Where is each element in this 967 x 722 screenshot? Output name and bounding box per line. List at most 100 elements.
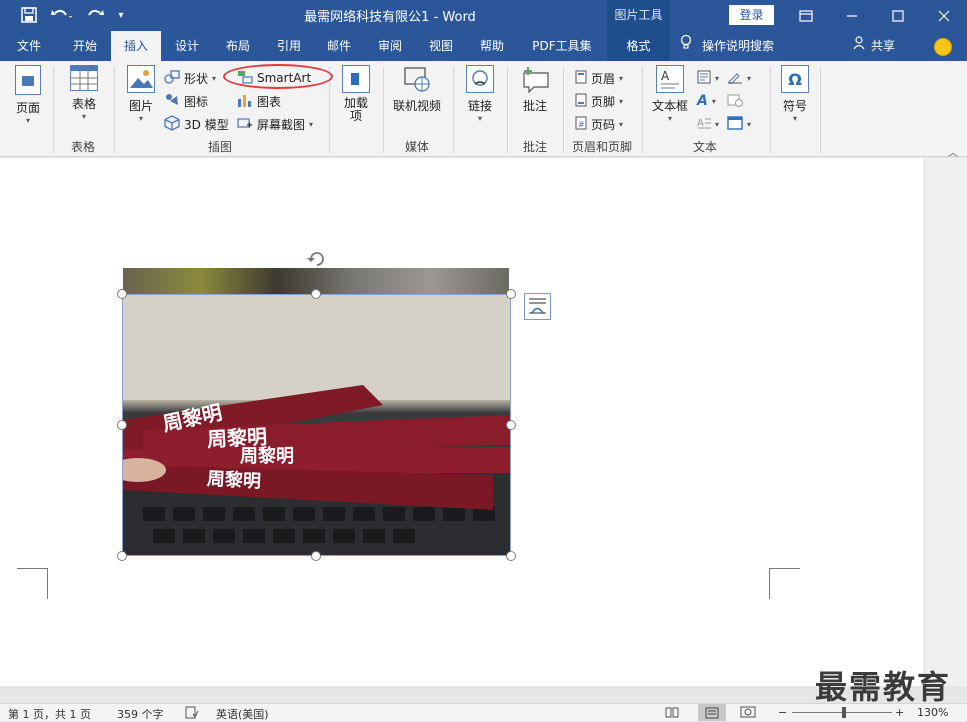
tell-me-label: 操作说明搜索 — [702, 39, 775, 53]
language-status[interactable]: 英语(美国) — [216, 706, 269, 722]
vertical-scrollbar[interactable] — [924, 158, 967, 686]
web-layout-icon[interactable] — [740, 706, 756, 721]
read-mode-icon[interactable] — [665, 706, 679, 721]
3d-models-label: 3D 模型 — [184, 117, 229, 132]
tables-group-label: 表格 — [70, 140, 95, 154]
svg-text:A: A — [661, 69, 670, 83]
ribbon-display-options-icon[interactable] — [783, 0, 829, 31]
watermark-logo: 最需教育 — [815, 668, 952, 706]
redo-icon[interactable] — [84, 5, 106, 25]
text-group-label: 文本 — [692, 140, 717, 154]
page-count-status[interactable]: 第 1 页，共 1 页 — [8, 706, 91, 722]
resize-handle-bottom[interactable] — [311, 551, 321, 561]
page-icon — [15, 65, 41, 95]
tab-insert[interactable]: 插入 — [111, 31, 161, 61]
highlight-ellipse — [223, 64, 333, 89]
layout-options-icon[interactable] — [524, 293, 551, 320]
tab-format[interactable]: 格式 — [607, 31, 670, 61]
zoom-slider-thumb[interactable] — [842, 707, 846, 718]
login-button[interactable]: 登录 — [729, 5, 774, 25]
shapes-icon — [164, 69, 180, 87]
save-icon[interactable] — [18, 5, 40, 25]
margin-corner-right — [769, 568, 800, 599]
omega-icon: Ω — [781, 65, 809, 93]
minimize-icon[interactable] — [829, 0, 875, 31]
tab-layout[interactable]: 布局 — [215, 31, 261, 61]
textbox-button[interactable]: A 文本框 ▾ — [650, 65, 690, 123]
title-bar: ▾ 最需网络科技有限公1 - Word 图片工具 登录 — [0, 0, 967, 31]
lightbulb-icon — [680, 31, 692, 61]
media-group-label: 媒体 — [404, 140, 429, 154]
quick-parts-dropdown-icon: ▾ — [715, 73, 720, 83]
resize-handle-top-right[interactable] — [506, 289, 516, 299]
resize-handle-bottom-right[interactable] — [506, 551, 516, 561]
collapse-ribbon-icon[interactable]: ︿ — [948, 144, 958, 159]
picture-label: 图片 — [128, 99, 153, 113]
maximize-icon[interactable] — [875, 0, 921, 31]
screenshot-button[interactable]: 屏幕截图 ▾ — [237, 114, 313, 134]
tab-mailings[interactable]: 邮件 — [316, 31, 362, 61]
tab-help[interactable]: 帮助 — [469, 31, 515, 61]
footer-button[interactable]: 页脚 ▾ — [575, 91, 623, 111]
pages-button[interactable]: 页面 ▾ — [10, 65, 46, 125]
page-number-icon: # — [575, 116, 587, 133]
drop-cap-button[interactable]: A ▾ — [697, 114, 719, 134]
shapes-button[interactable]: 形状 ▾ — [164, 68, 216, 88]
screenshot-icon — [237, 116, 253, 133]
svg-text:#: # — [578, 120, 585, 129]
zoom-out-icon[interactable]: − — [778, 706, 787, 719]
links-button[interactable]: 链接 ▾ — [462, 65, 498, 123]
tab-review[interactable]: 审阅 — [367, 31, 413, 61]
table-dropdown-icon: ▾ — [81, 112, 86, 121]
tab-file[interactable]: 文件 — [6, 31, 52, 61]
pages-dropdown-icon: ▾ — [25, 116, 30, 125]
undo-icon[interactable] — [48, 5, 76, 25]
new-comment-button[interactable]: 批注 — [516, 65, 554, 114]
tab-pdf-tools[interactable]: PDF工具集 — [524, 31, 600, 61]
header-label: 页眉 — [591, 71, 616, 86]
resize-handle-bottom-left[interactable] — [117, 551, 127, 561]
tab-home[interactable]: 开始 — [62, 31, 108, 61]
calendar-icon — [727, 93, 743, 110]
quick-parts-button[interactable]: ▾ — [697, 68, 719, 88]
close-icon[interactable] — [921, 0, 967, 31]
addins-button[interactable]: 加载 项 — [338, 65, 374, 123]
margin-corner-left — [17, 568, 48, 599]
tab-design[interactable]: 设计 — [164, 31, 210, 61]
symbol-button[interactable]: Ω 符号 ▾ — [778, 65, 812, 123]
page-number-label: 页码 — [591, 117, 616, 132]
picture-button[interactable]: 图片 ▾ — [124, 65, 158, 123]
tab-view[interactable]: 视图 — [418, 31, 464, 61]
online-video-button[interactable]: 联机视频 — [390, 65, 444, 114]
tell-me-search[interactable]: 操作说明搜索 — [680, 31, 774, 61]
signature-line-button[interactable]: ▾ — [727, 68, 751, 88]
icons-button[interactable]: 图标 — [164, 91, 208, 111]
rotate-handle-icon[interactable] — [306, 248, 328, 273]
resize-handle-top[interactable] — [311, 289, 321, 299]
3d-models-button[interactable]: 3D 模型 — [164, 114, 229, 134]
resize-handle-right[interactable] — [506, 420, 516, 430]
page-number-button[interactable]: # 页码 ▾ — [575, 114, 623, 134]
resize-handle-left[interactable] — [117, 420, 127, 430]
footer-dropdown-icon: ▾ — [619, 96, 624, 106]
wordart-button[interactable]: A ▾ — [697, 91, 716, 111]
online-video-label: 联机视频 — [392, 99, 441, 113]
pages-label: 页面 — [15, 101, 40, 115]
date-time-button[interactable] — [727, 91, 743, 111]
resize-handle-top-left[interactable] — [117, 289, 127, 299]
proofing-icon[interactable] — [185, 706, 199, 722]
table-button[interactable]: 表格 ▾ — [64, 65, 104, 121]
selected-photo[interactable] — [122, 294, 511, 556]
feedback-smiley-icon[interactable] — [934, 38, 952, 56]
word-count-status[interactable]: 359 个字 — [117, 706, 164, 722]
customize-quick-access-icon[interactable]: ▾ — [114, 5, 128, 25]
print-layout-icon[interactable] — [698, 704, 726, 721]
object-button[interactable]: ▾ — [727, 114, 751, 134]
online-video-icon — [403, 65, 431, 93]
header-button[interactable]: 页眉 ▾ — [575, 68, 623, 88]
tab-references[interactable]: 引用 — [266, 31, 312, 61]
chart-label: 图表 — [257, 94, 282, 109]
window-title: 最需网络科技有限公1 - Word — [304, 10, 476, 25]
chart-button[interactable]: 图表 — [237, 91, 281, 111]
share-button[interactable]: 共享 — [853, 31, 895, 61]
